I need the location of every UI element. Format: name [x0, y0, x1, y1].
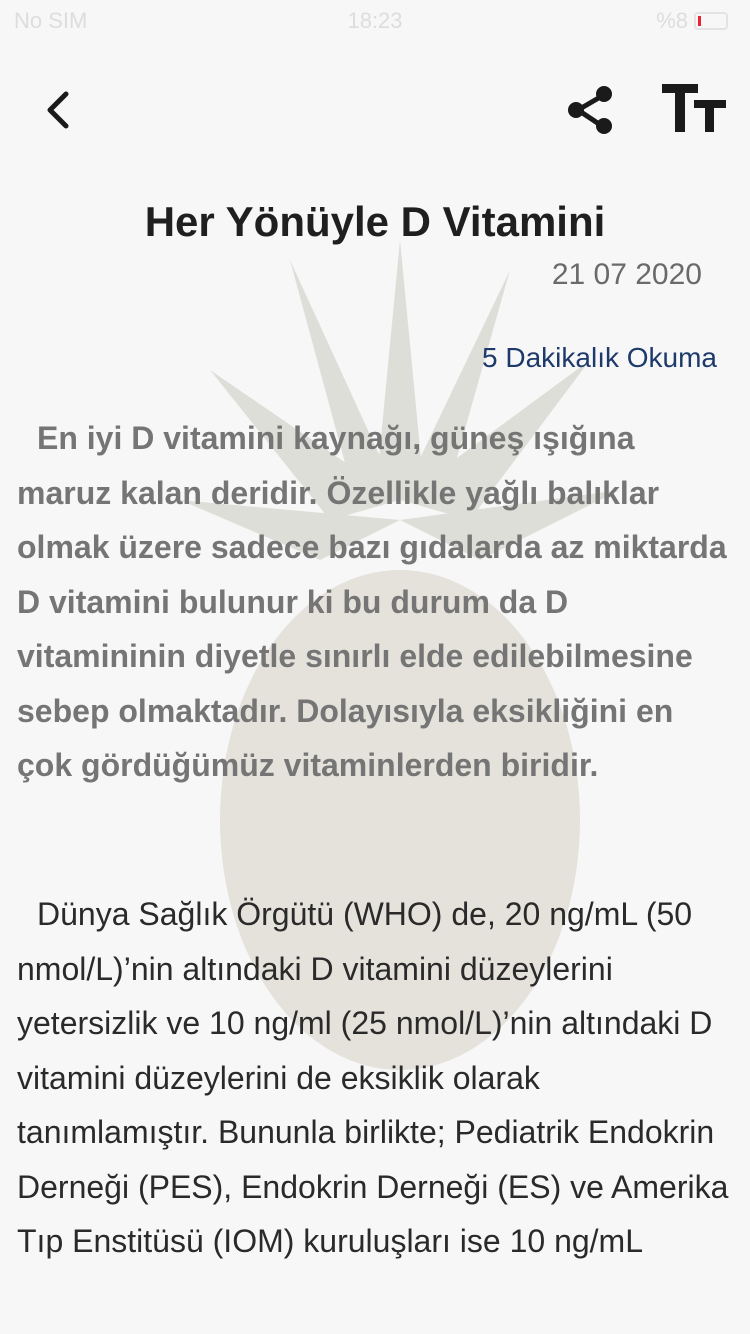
status-time: 18:23	[347, 8, 403, 33]
text-size-icon	[662, 84, 726, 132]
text-size-button[interactable]	[660, 78, 730, 138]
chevron-left-icon	[47, 91, 69, 129]
paragraph-text: En iyi D vitamini kaynağı, güneş ışığına…	[17, 420, 727, 783]
status-bar: No SIM 18:23 %8	[0, 0, 750, 40]
back-button[interactable]	[30, 80, 90, 140]
share-icon	[568, 86, 612, 134]
article-date: 21 07 2020	[551, 258, 702, 291]
article-title: Her Yönüyle D Vitamini	[144, 198, 606, 245]
article-paragraph: Dünya Sağlık Örgütü (WHO) de, 20 ng/mL (…	[17, 887, 732, 1269]
battery-percent: %8	[656, 8, 688, 33]
share-button[interactable]	[560, 80, 620, 140]
paragraph-text: Dünya Sağlık Örgütü (WHO) de, 20 ng/mL (…	[17, 896, 729, 1259]
battery-icon	[694, 12, 728, 30]
reading-time-label: 5 Dakikalık Okuma	[482, 342, 717, 373]
battery-indicator: %8	[656, 8, 728, 34]
article-paragraph: En iyi D vitamini kaynağı, güneş ışığına…	[17, 411, 732, 793]
